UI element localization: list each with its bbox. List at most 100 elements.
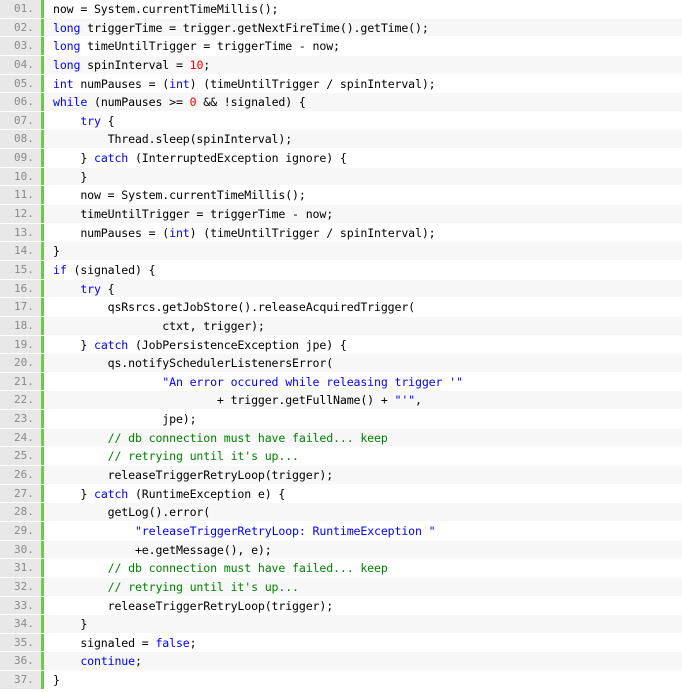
keyword-token: long (53, 57, 81, 72)
code-text: try { (44, 279, 682, 298)
string-token: "'" (394, 393, 416, 408)
code-listing: 01. now = System.currentTimeMillis(); 02. l… (0, 0, 682, 692)
code-text: jpe); (44, 410, 682, 428)
code-text: ctxt, trigger); (44, 316, 682, 335)
code-text: // retrying until it's up... (44, 577, 682, 596)
code-token: signaled = (53, 635, 156, 650)
line-number: 34. (0, 615, 44, 633)
comment-token: // db connection must have failed... kee… (107, 561, 388, 576)
code-line: 30. +e.getMessage(), e); (0, 540, 682, 560)
line-number: 13. (0, 223, 44, 242)
code-token: } (53, 486, 94, 501)
line-number: 31. (0, 559, 44, 577)
code-token: triggerTime = trigger.getNextFireTime().… (80, 20, 429, 35)
code-token: qsRsrcs.getJobStore().releaseAcquiredTri… (53, 300, 416, 315)
code-line: 36. continue; (0, 652, 682, 672)
code-token: spinInterval = (80, 57, 190, 72)
line-number: 05. (0, 74, 44, 93)
code-line: 19. } catch (JobPersistenceException jpe… (0, 335, 682, 355)
keyword-token: false (155, 635, 190, 650)
code-token: timeUntilTrigger = triggerTime - now; (80, 39, 340, 54)
code-token: releaseTriggerRetryLoop(trigger); (53, 598, 334, 613)
line-number: 07. (0, 111, 44, 130)
code-line: 33. releaseTriggerRetryLoop(trigger); (0, 596, 682, 616)
keyword-token: int (169, 76, 190, 91)
code-token: ; (134, 654, 142, 669)
code-line: 34. } (0, 615, 682, 634)
code-line: 05. int numPauses = (int) (timeUntilTrigg… (0, 74, 682, 94)
keyword-token: continue (80, 654, 135, 669)
line-number: 20. (0, 354, 44, 372)
code-text: long timeUntilTrigger = triggerTime - no… (44, 37, 682, 55)
code-text: timeUntilTrigger = triggerTime - now; (44, 205, 682, 223)
code-token: qs.notifySchedulerListenersError( (53, 356, 334, 371)
code-token: +e.getMessage(), e); (53, 542, 272, 557)
line-number: 03. (0, 37, 44, 55)
line-number: 18. (0, 316, 44, 335)
code-text: long triggerTime = trigger.getNextFireTi… (44, 18, 682, 37)
code-text: qsRsrcs.getJobStore().releaseAcquiredTri… (44, 298, 682, 316)
code-line: 21. "An error occured while releasing tr… (0, 372, 682, 392)
code-text: } (44, 615, 682, 633)
code-token: { (100, 113, 115, 128)
code-line: 12. timeUntilTrigger = triggerTime - now… (0, 205, 682, 224)
line-number: 11. (0, 186, 44, 205)
line-number: 36. (0, 652, 44, 671)
code-line: 27. } catch (RuntimeException e) { (0, 484, 682, 504)
line-number: 25. (0, 447, 44, 466)
code-text: releaseTriggerRetryLoop(trigger); (44, 466, 682, 484)
code-token: } (53, 617, 88, 632)
code-line: 09. } catch (InterruptedException ignore… (0, 149, 682, 168)
line-number: 09. (0, 149, 44, 167)
line-number: 06. (0, 93, 44, 111)
comment-token: // retrying until it's up... (107, 579, 299, 594)
code-line: 04. long spinInterval = 10; (0, 55, 682, 75)
code-text: +e.getMessage(), e); (44, 540, 682, 559)
line-number: 08. (0, 130, 44, 149)
code-token: ) (timeUntilTrigger / spinInterval); (189, 225, 436, 240)
line-number: 26. (0, 466, 44, 484)
line-number: 15. (0, 260, 44, 279)
line-number: 22. (0, 391, 44, 410)
code-text: "releaseTriggerRetryLoop: RuntimeExcepti… (44, 521, 682, 540)
code-text: releaseTriggerRetryLoop(trigger); (44, 596, 682, 615)
line-number: 35. (0, 633, 44, 652)
line-number: 12. (0, 205, 44, 223)
code-token: (signaled) { (66, 262, 156, 277)
comment-token: // db connection must have failed... kee… (107, 430, 388, 445)
code-token: now = System.currentTimeMillis(); (53, 2, 279, 16)
line-number: 01. (0, 0, 44, 18)
code-line: 10. } (0, 167, 682, 187)
keyword-token: try (80, 113, 101, 128)
code-text: int numPauses = (int) (timeUntilTrigger … (44, 74, 682, 93)
code-line: 11. now = System.currentTimeMillis(); (0, 186, 682, 206)
line-number: 24. (0, 428, 44, 447)
line-number: 16. (0, 279, 44, 298)
code-line: 23. jpe); (0, 410, 682, 429)
keyword-token: if (53, 262, 67, 277)
line-number: 28. (0, 503, 44, 521)
code-token: ; (189, 635, 197, 650)
code-token: (JobPersistenceException jpe) { (128, 337, 347, 352)
line-number: 02. (0, 18, 44, 37)
line-number: 10. (0, 167, 44, 186)
code-token: now = System.currentTimeMillis(); (53, 188, 306, 203)
code-text: } catch (InterruptedException ignore) { (44, 149, 682, 167)
code-line: 13. numPauses = (int) (timeUntilTrigger … (0, 223, 682, 243)
code-token: ) (timeUntilTrigger / spinInterval); (189, 76, 436, 91)
code-token: } (53, 169, 88, 184)
code-token: timeUntilTrigger = triggerTime - now; (53, 207, 334, 222)
line-number: 23. (0, 410, 44, 428)
code-text: // db connection must have failed... kee… (44, 428, 682, 447)
code-line: 32. // retrying until it's up... (0, 577, 682, 597)
code-token: releaseTriggerRetryLoop(trigger); (53, 468, 334, 483)
line-number: 04. (0, 55, 44, 74)
code-line: 08. Thread.sleep(spinInterval); (0, 130, 682, 150)
code-token: (InterruptedException ignore) { (128, 151, 347, 166)
